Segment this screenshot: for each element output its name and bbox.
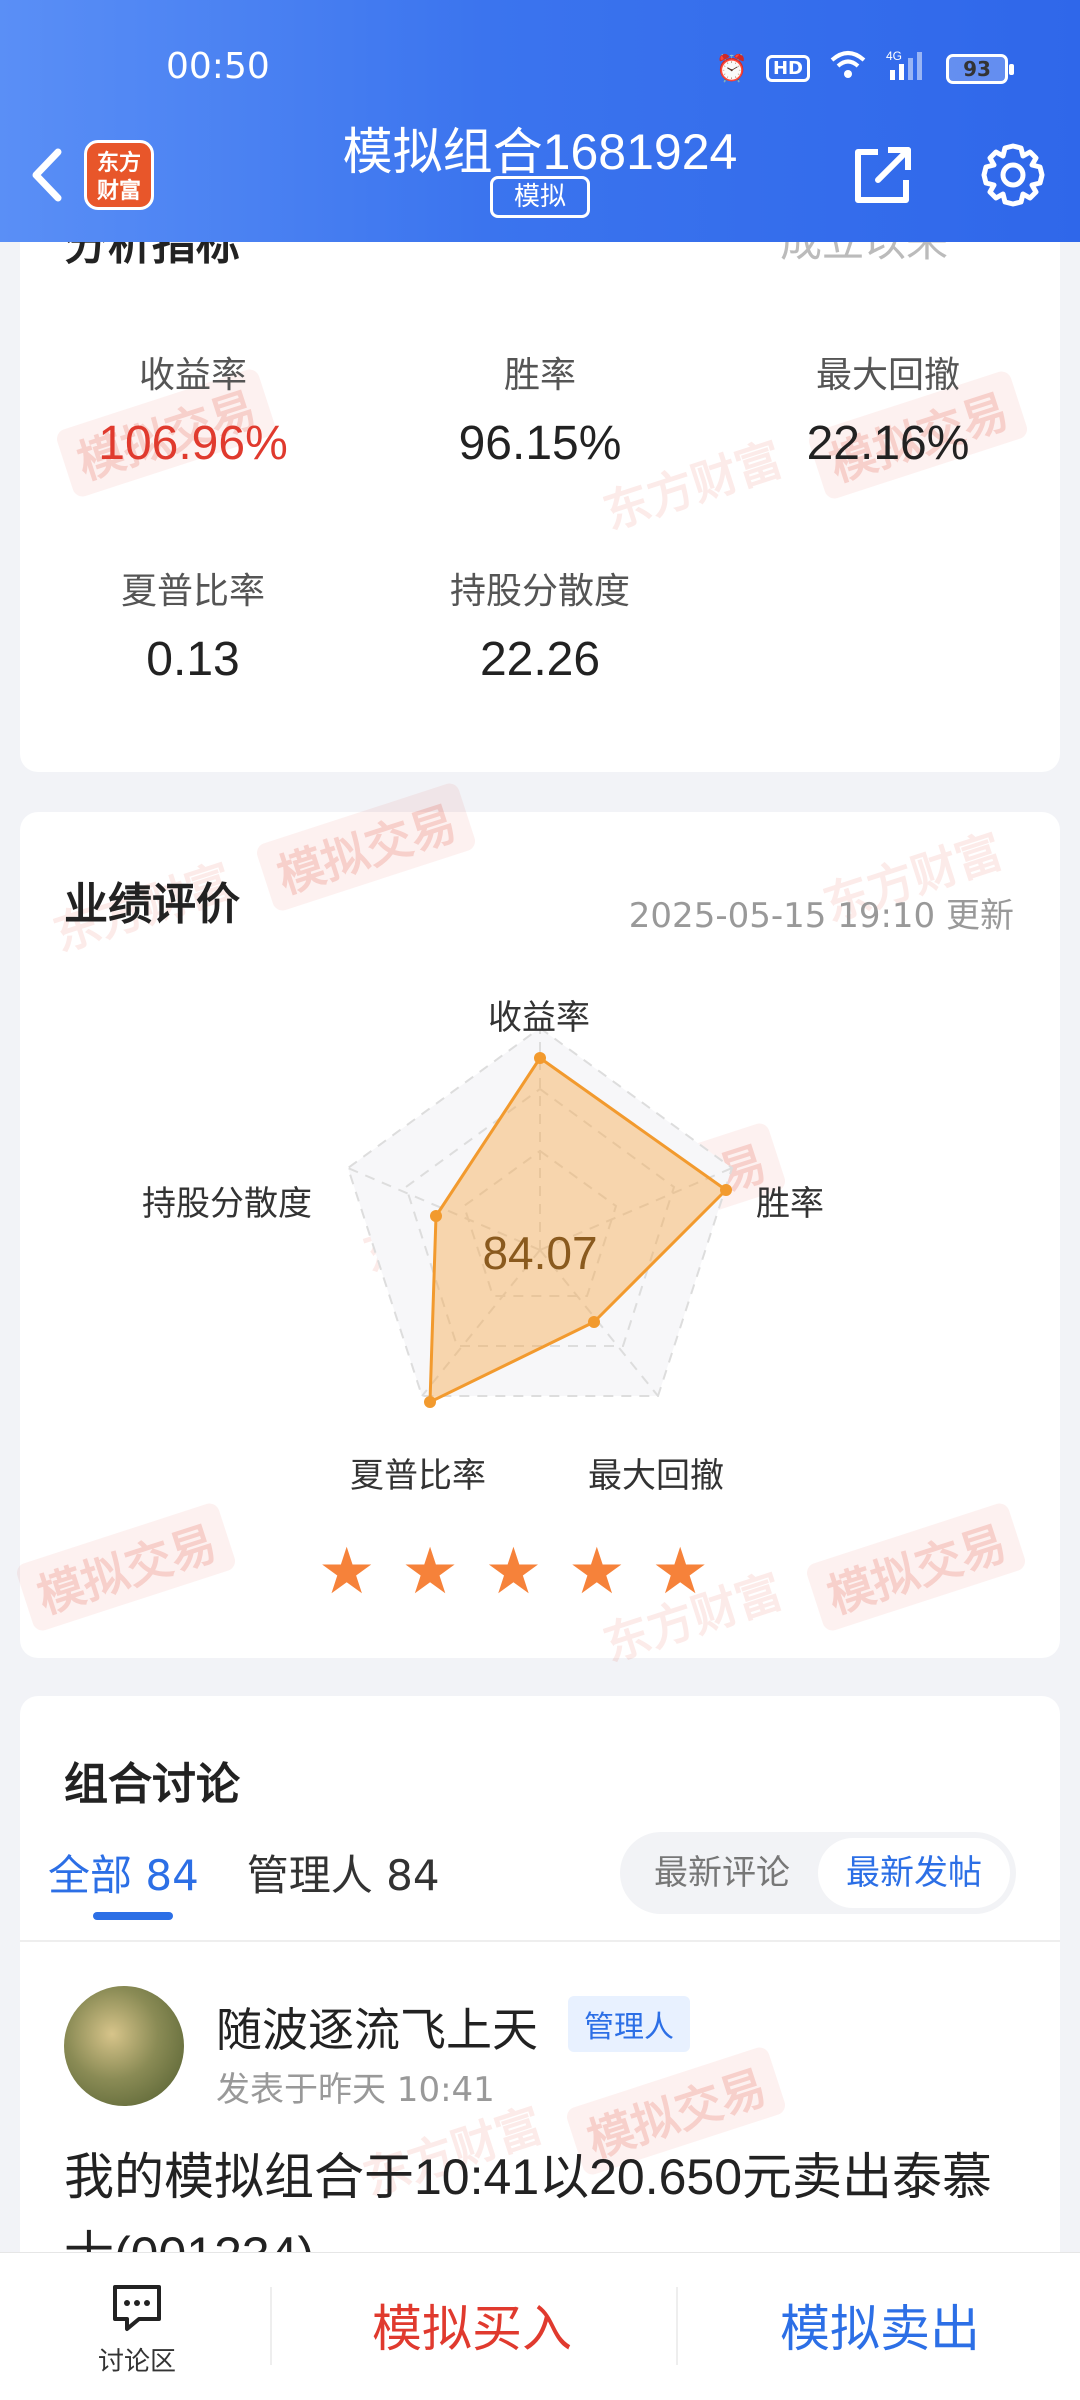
mode-badge: 模拟	[490, 176, 590, 218]
radar-axis-label: 夏普比率	[350, 1456, 486, 1496]
battery-icon: 93	[946, 53, 1014, 84]
radar-axis-label: 胜率	[756, 1184, 824, 1224]
divider	[676, 2287, 678, 2365]
share-icon	[855, 147, 911, 203]
discussion-button[interactable]: 讨论区	[72, 2283, 202, 2378]
wifi-icon	[828, 50, 868, 87]
star-icon: ★	[318, 1535, 376, 1609]
discussion-title: 组合讨论	[64, 1759, 240, 1810]
alarm-icon: ⏰	[715, 53, 748, 84]
network-label: 4G	[886, 49, 902, 63]
app-header: 00:50 ⏰ HD 4G 93 东方 财富 模拟组合1681924 模拟	[0, 0, 1080, 242]
radar-axis-label: 收益率	[488, 998, 590, 1038]
settings-button[interactable]	[978, 140, 1048, 210]
manager-badge: 管理人	[568, 1996, 690, 2052]
hd-icon: HD	[765, 55, 810, 82]
avatar[interactable]	[64, 1986, 184, 2106]
divider	[20, 1940, 1060, 1942]
page-title: 模拟组合1681924	[342, 124, 738, 180]
status-icons: ⏰ HD 4G 93	[715, 48, 1014, 89]
star-icon: ★	[568, 1535, 626, 1609]
star-icon: ★	[401, 1535, 459, 1609]
share-button[interactable]	[850, 142, 916, 208]
sort-latest-comment[interactable]: 最新评论	[626, 1838, 818, 1908]
tab-manager[interactable]: 管理人 84	[247, 1842, 440, 1903]
rating-stars: ★ ★ ★ ★ ★	[318, 1540, 709, 1604]
signal-icon: 4G	[886, 48, 928, 89]
star-icon: ★	[484, 1535, 543, 1609]
status-bar: 00:50 ⏰ HD 4G 93	[0, 42, 1080, 92]
tab-all[interactable]: 全部 84	[48, 1842, 199, 1903]
post-username[interactable]: 随波逐流飞上天	[216, 1994, 538, 2060]
discussion-tabs: 全部 84 管理人 84	[48, 1842, 440, 1903]
sort-latest-post[interactable]: 最新发帖	[818, 1838, 1010, 1908]
bottom-action-bar: 讨论区 模拟买入 模拟卖出	[0, 2252, 1080, 2400]
discussion-label: 讨论区	[97, 2347, 176, 2377]
simulate-buy-button[interactable]: 模拟买入	[272, 2289, 672, 2361]
tab-indicator	[93, 1912, 173, 1920]
post-time: 发表于昨天 10:41	[216, 2070, 495, 2110]
radar-chart	[346, 1026, 734, 1408]
sort-toggle: 最新评论 最新发帖	[620, 1832, 1016, 1914]
radar-score: 84.07	[482, 1227, 598, 1279]
simulate-sell-button[interactable]: 模拟卖出	[680, 2289, 1080, 2361]
star-icon: ★	[651, 1535, 709, 1609]
radar-axis-label: 持股分散度	[142, 1184, 312, 1224]
gear-icon	[981, 143, 1045, 207]
radar-axis-label: 最大回撤	[588, 1456, 724, 1496]
chat-icon	[113, 2285, 161, 2331]
status-time: 00:50	[166, 46, 270, 87]
